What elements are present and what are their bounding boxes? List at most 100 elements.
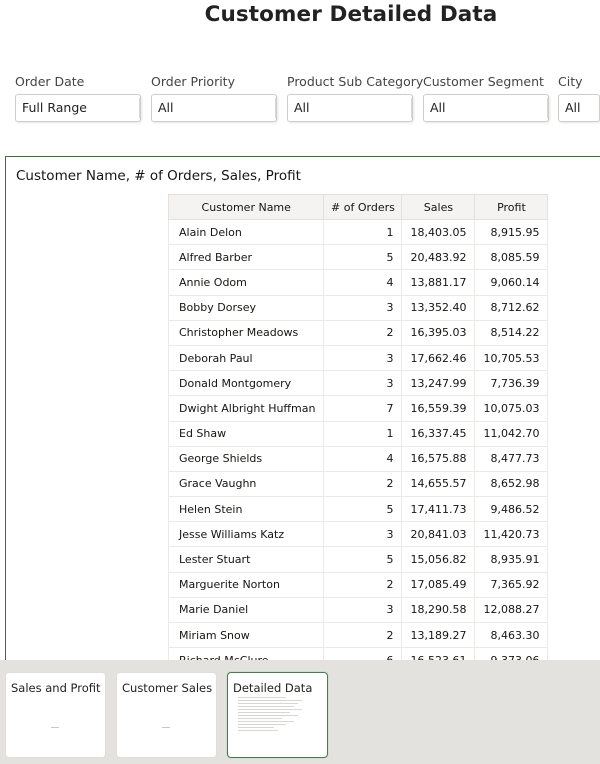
table-row[interactable]: Christopher Meadows 2 16,395.03 8,514.22 [167, 319, 549, 346]
cell-profit: 8,915.95 [474, 218, 549, 246]
canvas-tab-bar: Sales and Profit Customer Sales Detailed… [0, 660, 600, 764]
table-row[interactable]: Lester Stuart 5 15,056.82 8,935.91 [167, 546, 549, 573]
cell-sales: 16,575.88 [401, 445, 476, 472]
cell-profit: 9,486.52 [474, 496, 549, 523]
cell-profit: 7,365.92 [474, 571, 549, 598]
cell-sales: 13,881.17 [401, 269, 476, 296]
cell-customer-name: Marguerite Norton [167, 571, 325, 598]
cell-orders: 1 [323, 218, 403, 246]
cell-customer-name: Dwight Albright Huffman [167, 395, 325, 422]
cell-customer-name: Richard McClure [167, 647, 325, 660]
filter-label: Order Date [15, 74, 85, 89]
filter-order-priority: Order Priority All [151, 74, 277, 122]
table-row[interactable]: Grace Vaughn 2 14,655.57 8,652.98 [167, 470, 549, 498]
filter-city: City All [558, 74, 600, 122]
cell-customer-name: Alain Delon [167, 218, 325, 246]
cell-orders: 5 [323, 244, 403, 271]
cell-customer-name: George Shields [167, 445, 325, 472]
cell-sales: 13,352.40 [401, 294, 476, 321]
order-priority-select[interactable]: All [151, 94, 277, 122]
cell-orders: 4 [323, 269, 403, 296]
table-row[interactable]: Alfred Barber 5 20,483.92 8,085.59 [167, 244, 549, 271]
cell-profit: 8,935.91 [474, 546, 549, 573]
table-row[interactable]: Marguerite Norton 2 17,085.49 7,365.92 [167, 571, 549, 598]
cell-profit: 8,514.22 [474, 319, 549, 346]
cell-sales: 20,841.03 [401, 521, 476, 548]
cell-sales: 13,189.27 [401, 621, 476, 649]
cell-customer-name: Miriam Snow [167, 621, 325, 649]
cell-orders: 3 [323, 294, 403, 321]
table-row[interactable]: Marie Daniel 3 18,290.58 12,088.27 [167, 596, 549, 624]
cell-orders: 3 [323, 521, 403, 548]
table-row[interactable]: Ed Shaw 1 16,337.45 11,042.70 [167, 420, 549, 447]
dropdown-divider [411, 98, 412, 118]
table-row[interactable]: Alain Delon 1 18,403.05 8,915.95 [167, 218, 549, 246]
cell-orders: 5 [323, 546, 403, 573]
filter-label: City [558, 74, 583, 89]
table-row[interactable]: Dwight Albright Huffman 7 16,559.39 10,075.… [167, 395, 549, 422]
cell-customer-name: Deborah Paul [167, 344, 325, 372]
table-row[interactable]: Helen Stein 5 17,411.73 9,486.52 [167, 496, 549, 523]
canvas-label: Sales and Profit [11, 681, 101, 695]
filter-customer-segment: Customer Segment All [423, 74, 549, 122]
customer-segment-select[interactable]: All [423, 94, 549, 122]
cell-profit: 9,373.06 [474, 647, 549, 660]
cell-profit: 11,042.70 [474, 420, 549, 447]
cell-profit: 11,420.73 [474, 521, 549, 548]
cell-sales: 18,290.58 [401, 596, 476, 624]
table-row[interactable]: Jesse Williams Katz 3 20,841.03 11,420.73 [167, 521, 549, 548]
cell-sales: 16,523.61 [401, 647, 476, 660]
column-header-profit[interactable]: Profit [474, 194, 549, 220]
thumbnail-preview [162, 727, 170, 728]
cell-sales: 16,395.03 [401, 319, 476, 346]
cell-sales: 18,403.05 [401, 218, 476, 246]
thumbnail-preview [238, 697, 318, 742]
table-row[interactable]: Bobby Dorsey 3 13,352.40 8,712.62 [167, 294, 549, 321]
cell-profit: 8,463.30 [474, 621, 549, 649]
canvas-thumb-sales-and-profit[interactable]: Sales and Profit [5, 672, 106, 758]
cell-profit: 7,736.39 [474, 370, 549, 397]
page-title: Customer Detailed Data [204, 2, 498, 27]
table-header-row: Customer Name # of Orders Sales Profit [167, 194, 549, 220]
canvas-thumb-detailed-data[interactable]: Detailed Data [227, 672, 328, 758]
cell-customer-name: Marie Daniel [167, 596, 325, 624]
cell-profit: 8,477.73 [474, 445, 549, 472]
cell-sales: 15,056.82 [401, 546, 476, 573]
thumbnail-preview [51, 727, 59, 728]
cell-customer-name: Lester Stuart [167, 546, 325, 573]
table-row[interactable]: Miriam Snow 2 13,189.27 8,463.30 [167, 621, 549, 649]
table-row[interactable]: Deborah Paul 3 17,662.46 10,705.53 [167, 344, 549, 372]
cell-profit: 12,088.27 [474, 596, 549, 624]
cell-sales: 16,559.39 [401, 395, 476, 422]
cell-sales: 17,411.73 [401, 496, 476, 523]
column-header-sales[interactable]: Sales [401, 194, 476, 220]
column-header-orders[interactable]: # of Orders [323, 194, 403, 220]
cell-orders: 2 [323, 470, 403, 498]
cell-orders: 7 [323, 395, 403, 422]
cell-orders: 3 [323, 344, 403, 372]
table-row[interactable]: Richard McClure616,523.619,373.06 [167, 647, 549, 660]
filter-value: All [430, 100, 446, 115]
product-sub-category-select[interactable]: All [287, 94, 413, 122]
cell-profit: 8,652.98 [474, 470, 549, 498]
filter-label: Order Priority [151, 74, 235, 89]
table-row[interactable]: Annie Odom 4 13,881.17 9,060.14 [167, 269, 549, 296]
data-table[interactable]: Customer Name # of Orders Sales Profit A… [167, 194, 549, 660]
cell-orders: 6 [323, 647, 403, 660]
filter-value: Full Range [22, 100, 87, 115]
canvas-thumb-customer-sales[interactable]: Customer Sales [116, 672, 217, 758]
cell-orders: 2 [323, 571, 403, 598]
table-row[interactable]: Donald Montgomery 3 13,247.99 7,736.39 [167, 370, 549, 397]
visualization-panel[interactable]: Customer Name, # of Orders, Sales, Profi… [5, 156, 600, 660]
cell-orders: 3 [323, 370, 403, 397]
filter-order-date: Order Date Full Range [15, 74, 141, 122]
city-select[interactable]: All [558, 94, 600, 122]
cell-profit: 8,085.59 [474, 244, 549, 271]
column-header-customer-name[interactable]: Customer Name [167, 194, 325, 220]
dropdown-divider [547, 98, 548, 118]
filter-value: All [565, 100, 581, 115]
order-date-select[interactable]: Full Range [15, 94, 141, 122]
cell-sales: 17,662.46 [401, 344, 476, 372]
table-row[interactable]: George Shields 4 16,575.88 8,477.73 [167, 445, 549, 472]
cell-sales: 14,655.57 [401, 470, 476, 498]
